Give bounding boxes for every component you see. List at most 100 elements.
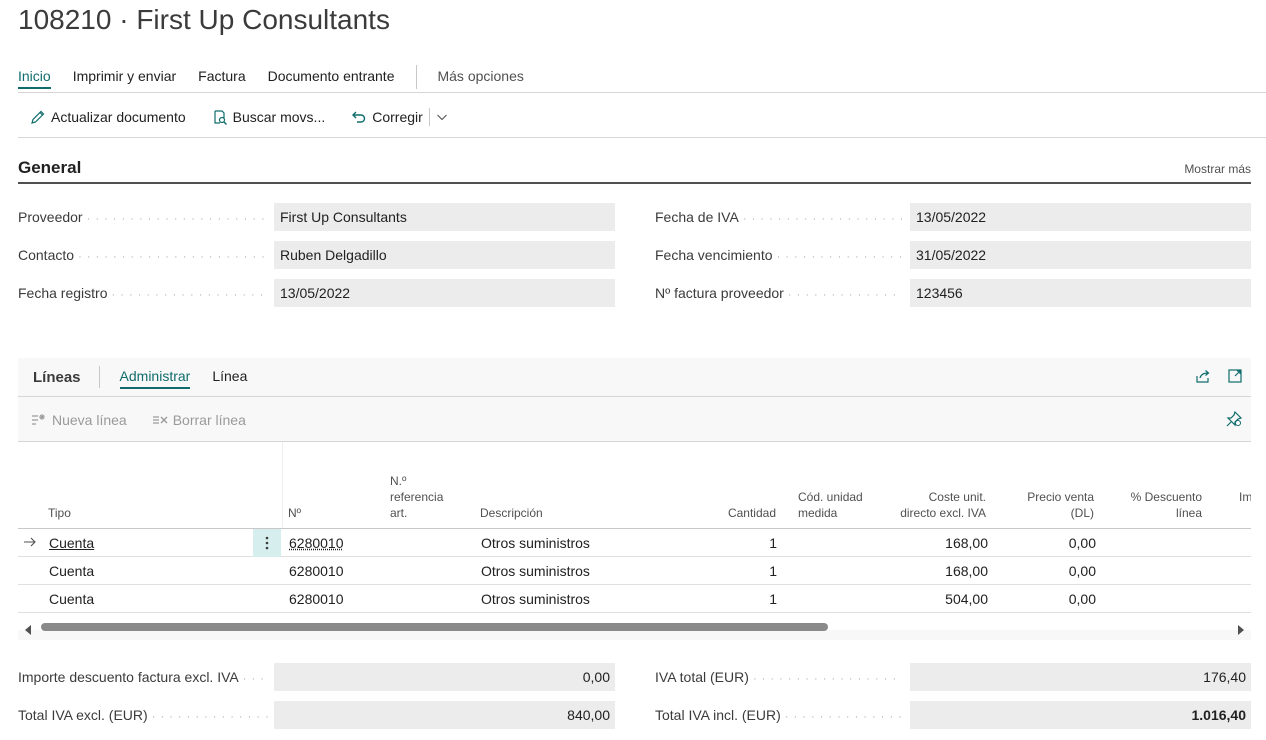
find-entries-label: Buscar movs...	[232, 109, 326, 125]
table-row[interactable]: Cuenta 6280010 Otros suministros 1 168,0…	[18, 529, 1251, 557]
total-incl-vat-label: Total IVA incl. (EUR)	[655, 707, 902, 723]
due-date-label: Fecha vencimiento	[655, 247, 902, 263]
vendor-invoice-field: Nº factura proveedor 123456	[655, 279, 1251, 307]
row-unit-cost[interactable]: 504,00	[878, 585, 988, 613]
new-line-button[interactable]: Nueva línea	[30, 412, 127, 428]
total-incl-vat-value: 1.016,40	[910, 701, 1251, 729]
col-header-type[interactable]: Tipo	[48, 505, 71, 521]
row-unit-price[interactable]: 0,00	[1008, 585, 1096, 613]
row-quantity[interactable]: 1	[698, 585, 777, 613]
row-description[interactable]: Otros suministros	[481, 557, 590, 585]
col-header-uom-2[interactable]: medida	[798, 505, 837, 521]
tab-inicio[interactable]: Inicio	[18, 66, 51, 89]
col-header-price-1[interactable]: Precio venta	[1008, 489, 1094, 505]
row-unit-price[interactable]: 0,00	[1008, 557, 1096, 585]
contact-label: Contacto	[18, 247, 268, 263]
vat-date-value[interactable]: 13/05/2022	[910, 203, 1251, 231]
delete-line-label: Borrar línea	[172, 412, 246, 428]
col-header-quantity[interactable]: Cantidad	[698, 505, 776, 521]
general-section-title: General	[18, 158, 82, 177]
col-header-ref-1[interactable]: N.º	[390, 473, 406, 489]
action-bar: Actualizar documento Buscar movs... Corr…	[30, 104, 448, 130]
row-type[interactable]: Cuenta	[49, 557, 94, 585]
col-header-ref-2[interactable]: referencia	[390, 489, 443, 505]
split-divider	[428, 108, 430, 126]
col-header-no[interactable]: Nº	[288, 505, 301, 521]
page-title: 108210 · First Up Consultants	[18, 4, 390, 35]
contact-value[interactable]: Ruben Delgadillo	[274, 241, 615, 269]
due-date-field: Fecha vencimiento 31/05/2022	[655, 241, 1251, 269]
tabs-divider	[416, 65, 418, 89]
col-header-price-2[interactable]: (DL)	[1008, 505, 1094, 521]
row-no[interactable]: 6280010	[289, 585, 344, 613]
col-header-description[interactable]: Descripción	[480, 505, 543, 521]
col-header-ref-3[interactable]: art.	[390, 505, 407, 521]
invoice-discount-value[interactable]: 0,00	[274, 663, 615, 691]
lines-header-divider	[98, 366, 100, 388]
vendor-field: Proveedor First Up Consultants	[18, 203, 615, 231]
vat-date-label: Fecha de IVA	[655, 209, 902, 225]
share-icon[interactable]	[1195, 368, 1211, 384]
row-type[interactable]: Cuenta	[49, 585, 94, 613]
total-incl-vat-field: Total IVA incl. (EUR) 1.016,40	[655, 701, 1251, 729]
tab-mas-opciones[interactable]: Más opciones	[437, 66, 523, 88]
total-vat-label: IVA total (EUR)	[655, 669, 902, 685]
row-unit-price[interactable]: 0,00	[1008, 529, 1096, 557]
pin-icon[interactable]	[1225, 410, 1243, 428]
general-section-divider	[18, 182, 1251, 184]
row-type[interactable]: Cuenta	[49, 529, 94, 557]
vendor-value[interactable]: First Up Consultants	[274, 203, 615, 231]
scroll-left-icon[interactable]	[24, 622, 32, 638]
undo-icon	[352, 111, 366, 123]
lines-tab-administrar[interactable]: Administrar	[119, 368, 190, 389]
find-entries-button[interactable]: Buscar movs...	[212, 109, 326, 125]
lines-title: Líneas	[33, 368, 81, 386]
lines-part: Líneas Administrar Línea Nueva línea Bor…	[18, 358, 1251, 640]
update-document-button[interactable]: Actualizar documento	[30, 109, 186, 125]
col-header-uom-1[interactable]: Cód. unidad	[798, 489, 863, 505]
horizontal-scrollbar[interactable]	[18, 618, 1251, 636]
tab-factura[interactable]: Factura	[198, 66, 245, 88]
row-description[interactable]: Otros suministros	[481, 585, 590, 613]
lines-header-icons	[1179, 368, 1243, 384]
expand-icon[interactable]	[1227, 368, 1243, 384]
row-actions-icon[interactable]	[253, 529, 281, 557]
correct-button[interactable]: Corregir	[351, 109, 423, 125]
col-header-discount-1[interactable]: % Descuento	[1108, 489, 1202, 505]
due-date-value[interactable]: 31/05/2022	[910, 241, 1251, 269]
vendor-invoice-value[interactable]: 123456	[910, 279, 1251, 307]
tab-imprimir-y-enviar[interactable]: Imprimir y enviar	[73, 66, 176, 88]
scrollbar-thumb[interactable]	[41, 623, 828, 631]
show-more-link[interactable]: Mostrar más	[1184, 162, 1251, 176]
invoice-discount-label: Importe descuento factura excl. IVA	[18, 669, 268, 685]
posting-date-label: Fecha registro	[18, 285, 268, 301]
col-header-discount-2[interactable]: línea	[1108, 505, 1202, 521]
lines-tab-linea[interactable]: Línea	[212, 368, 247, 386]
row-unit-cost[interactable]: 168,00	[878, 529, 988, 557]
total-vat-value: 176,40	[910, 663, 1251, 691]
total-vat-field: IVA total (EUR) 176,40	[655, 663, 1251, 691]
total-excl-vat-field: Total IVA excl. (EUR) 840,00	[18, 701, 615, 729]
row-unit-cost[interactable]: 168,00	[878, 557, 988, 585]
tabs-divider-line	[18, 92, 1266, 93]
tab-documento-entrante[interactable]: Documento entrante	[268, 66, 395, 88]
row-quantity[interactable]: 1	[698, 529, 777, 557]
chevron-down-icon	[436, 114, 447, 121]
row-no[interactable]: 6280010	[289, 557, 344, 585]
correct-dropdown-button[interactable]	[436, 111, 448, 123]
lines-header-line	[18, 396, 1251, 397]
pencil-icon	[31, 110, 45, 124]
row-quantity[interactable]: 1	[698, 557, 777, 585]
table-row[interactable]: Cuenta 6280010 Otros suministros 1 168,0…	[18, 557, 1251, 585]
col-header-amount-truncated[interactable]: Im	[1239, 489, 1251, 505]
table-row[interactable]: Cuenta 6280010 Otros suministros 1 504,0…	[18, 585, 1251, 613]
scroll-right-icon[interactable]	[1237, 622, 1245, 638]
col-header-cost-2[interactable]: directo excl. IVA	[878, 505, 986, 521]
row-no[interactable]: 6280010	[289, 529, 344, 557]
col-header-cost-1[interactable]: Coste unit.	[878, 489, 986, 505]
vendor-invoice-label: Nº factura proveedor	[655, 285, 902, 301]
delete-line-button[interactable]: Borrar línea	[151, 412, 246, 428]
posting-date-value[interactable]: 13/05/2022	[274, 279, 615, 307]
total-excl-vat-label: Total IVA excl. (EUR)	[18, 707, 268, 723]
row-description[interactable]: Otros suministros	[481, 529, 590, 557]
